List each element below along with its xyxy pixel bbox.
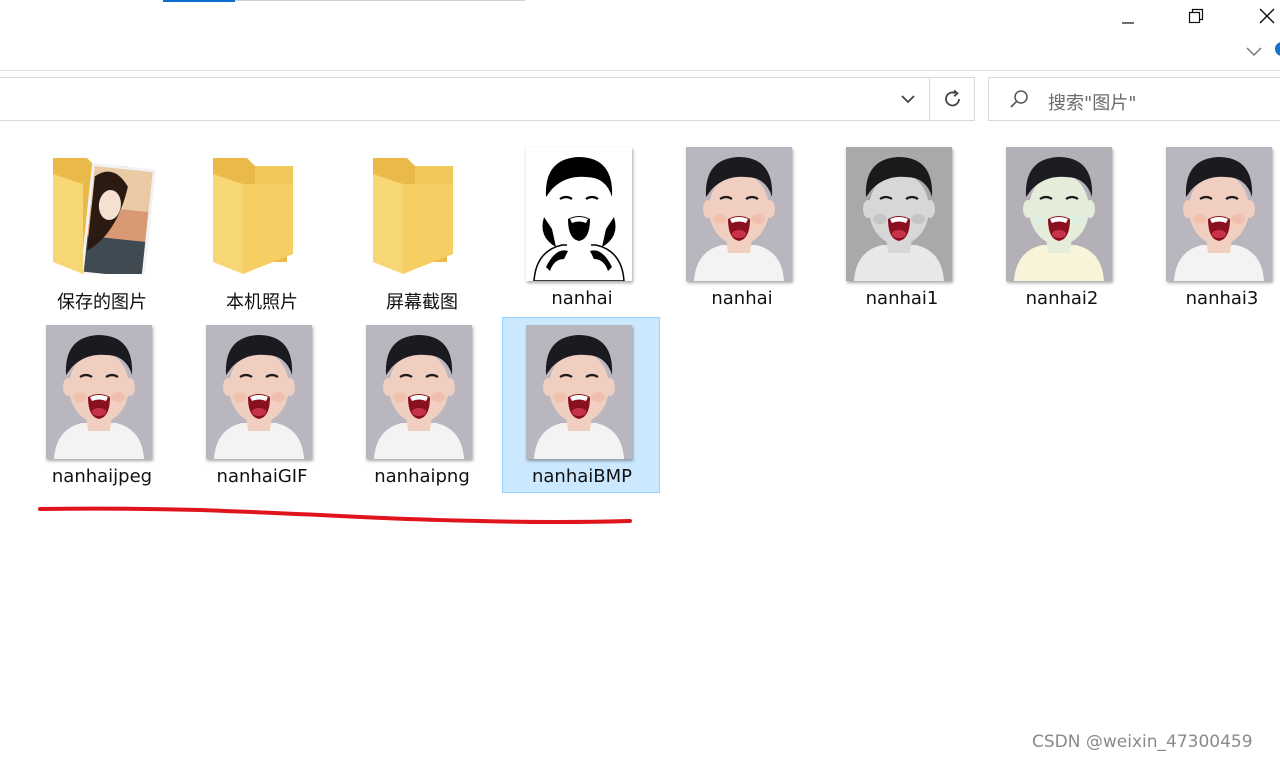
address-history-button[interactable] [887,77,929,121]
file-thumbnail [206,325,312,459]
file-item[interactable]: nanhaijpeg [22,317,180,493]
item-label: nanhaiBMP [531,466,633,487]
ribbon-tab-divider [235,0,525,1]
item-label: nanhai [551,288,613,309]
close-button[interactable] [1244,0,1280,32]
folder-icon [373,158,453,274]
folder-item-saved-pictures[interactable]: 保存的图片 [22,139,180,315]
photo-thumbnail-icon [1006,147,1112,281]
file-thumbnail [366,325,472,459]
file-item[interactable]: nanhaiBMP [502,317,660,493]
item-label: nanhai1 [865,288,939,309]
photo-thumbnail-icon [366,325,472,459]
folder-icon [213,158,293,274]
file-item[interactable]: nanhai1 [822,139,980,315]
file-thumbnail [526,147,632,281]
minimize-button[interactable] [1105,0,1151,32]
photo-thumbnail-icon [206,325,312,459]
folder-icon [53,158,156,274]
chevron-down-icon [901,95,915,104]
restore-icon [1188,8,1204,24]
item-label: nanhai2 [1025,288,1099,309]
folder-item-camera-roll[interactable]: 本机照片 [182,139,340,315]
refresh-icon [944,89,960,107]
file-thumbnail [1166,147,1272,281]
address-bar[interactable] [0,77,975,121]
file-item[interactable]: nanhaiGIF [182,317,340,493]
help-icon[interactable] [1275,42,1280,56]
search-icon [1010,90,1028,108]
item-label: nanhai3 [1185,288,1259,309]
photo-thumbnail-icon [526,147,632,281]
search-input[interactable]: 搜索"图片" [1048,89,1137,115]
file-thumbnail [1006,147,1112,281]
file-item[interactable]: nanhai3 [1142,139,1280,315]
item-label: nanhaiGIF [216,466,308,487]
folder-item-screenshots[interactable]: 屏幕截图 [342,139,500,315]
close-icon [1259,8,1275,24]
item-label: 屏幕截图 [386,292,458,313]
photo-thumbnail-icon [526,325,632,459]
file-explorer-window: 搜索"图片" 保存的图片 本机照片 屏幕截图 nanhai nanhai nan… [0,0,1280,761]
watermark-text: CSDN @weixin_47300459 [1032,732,1253,752]
photo-thumbnail-icon [686,147,792,281]
item-label: nanhaijpeg [51,466,153,487]
file-item[interactable]: nanhai2 [982,139,1140,315]
file-thumbnail [686,147,792,281]
file-thumbnail [846,147,952,281]
refresh-button[interactable] [930,77,975,121]
minimize-icon [1122,22,1134,24]
photo-thumbnail-icon [846,147,952,281]
item-label: 保存的图片 [57,292,147,313]
restore-button[interactable] [1173,0,1219,32]
ribbon-tab-indicator [163,0,235,2]
expand-ribbon-button[interactable] [1240,38,1268,64]
file-thumbnail [526,325,632,459]
photo-thumbnail-icon [1166,147,1272,281]
file-item[interactable]: nanhai [502,139,660,315]
file-item[interactable]: nanhaipng [342,317,500,493]
photo-thumbnail-icon [46,325,152,459]
chevron-down-icon [1246,47,1262,57]
item-label: nanhai [711,288,773,309]
file-item[interactable]: nanhai [662,139,820,315]
item-label: nanhaipng [374,466,470,487]
item-label: 本机照片 [226,292,298,313]
file-thumbnail [46,325,152,459]
ribbon-divider [0,70,1280,71]
